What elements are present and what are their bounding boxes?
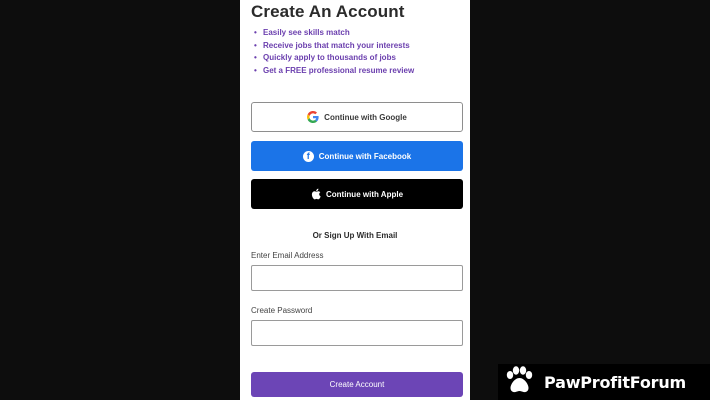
email-signup-divider: Or Sign Up With Email [312,231,398,240]
password-field-label: Create Password [251,306,313,315]
apple-icon [311,188,321,200]
email-field[interactable] [251,265,463,291]
benefit-item: Receive jobs that match your interests [254,40,414,53]
watermark-text: PawProfitForum [544,372,687,392]
signup-panel: Create An Account Easily see skills matc… [240,0,470,400]
password-field[interactable] [251,320,463,346]
benefit-item: Quickly apply to thousands of jobs [254,52,414,65]
watermark-badge: PawProfitForum [498,364,710,400]
google-icon [307,111,319,123]
screen: Create An Account Easily see skills matc… [0,0,710,400]
facebook-icon: f [302,150,314,162]
benefits-list: Easily see skills match Receive jobs tha… [254,27,414,78]
create-account-button[interactable]: Create Account [251,372,463,397]
continue-with-facebook-button[interactable]: f Continue with Facebook [251,141,463,171]
facebook-button-label: Continue with Facebook [318,151,412,161]
benefit-item: Get a FREE professional resume review [254,65,414,78]
continue-with-google-button[interactable]: Continue with Google [251,102,463,132]
email-field-label: Enter Email Address [251,251,324,260]
paw-icon [504,365,534,399]
page-title: Create An Account [251,2,405,21]
benefit-item: Easily see skills match [254,27,414,40]
create-account-label: Create Account [329,380,385,389]
apple-button-label: Continue with Apple [325,189,404,199]
google-button-label: Continue with Google [324,112,407,122]
continue-with-apple-button[interactable]: Continue with Apple [251,179,463,209]
